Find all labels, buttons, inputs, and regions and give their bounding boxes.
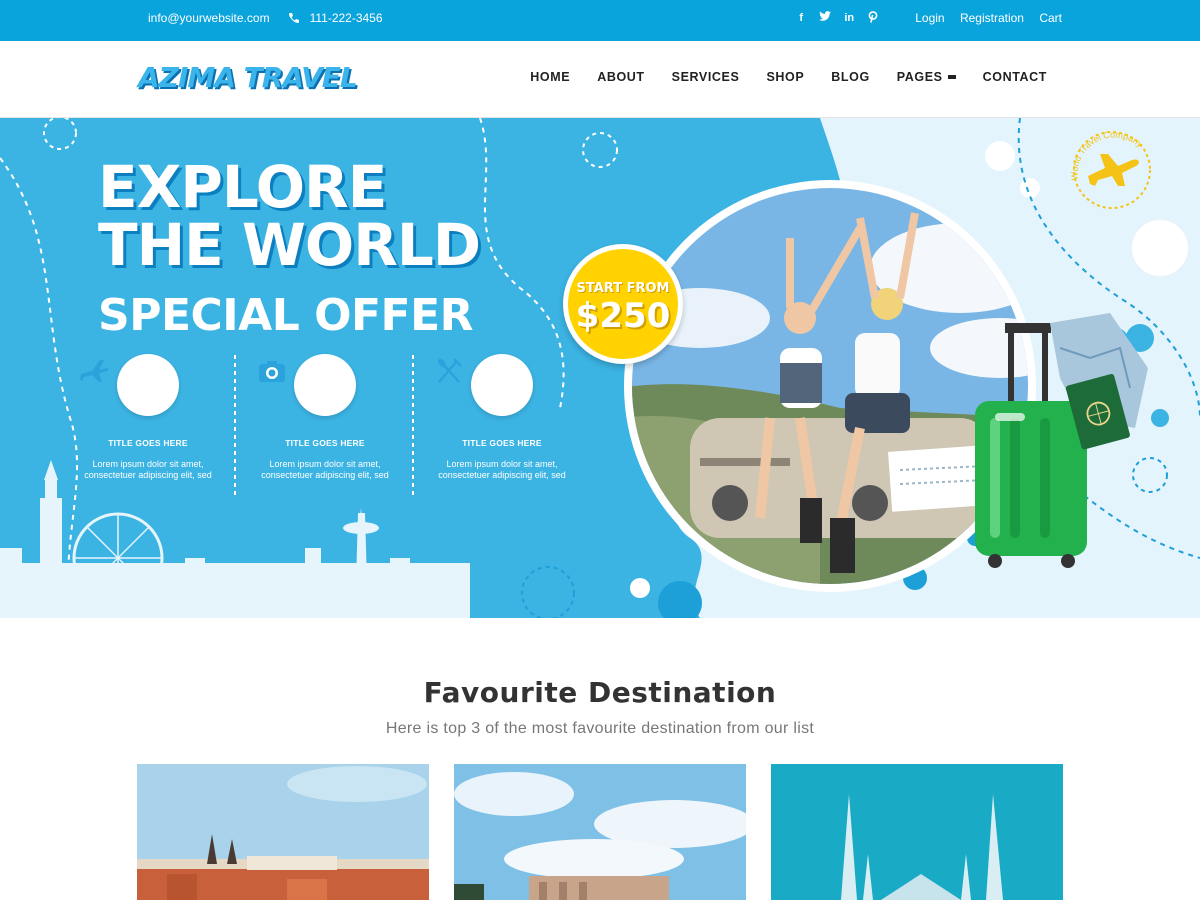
camera-icon bbox=[259, 354, 356, 416]
nav-home[interactable]: HOME bbox=[530, 70, 570, 84]
feature-item: TITLE GOES HERE Lorem ipsum dolor sit am… bbox=[432, 354, 572, 481]
email-link[interactable]: info@yourwebsite.com bbox=[148, 11, 270, 25]
top-bar: info@yourwebsite.com 111-222-3456 f in L… bbox=[0, 0, 1200, 41]
linkedin-icon[interactable]: in bbox=[841, 11, 857, 25]
pinterest-icon[interactable] bbox=[865, 11, 881, 25]
headline-line2: THE WORLD bbox=[98, 211, 481, 279]
facebook-icon[interactable]: f bbox=[793, 11, 809, 25]
nav-blog[interactable]: BLOG bbox=[831, 70, 870, 84]
hero-headline: EXPLORE THE WORLD bbox=[98, 153, 481, 279]
headline-line1: EXPLORE bbox=[98, 153, 387, 221]
destination-card-2[interactable] bbox=[454, 764, 746, 900]
nav-pages[interactable]: PAGES bbox=[897, 70, 956, 84]
airplane-icon bbox=[80, 354, 179, 416]
section-title: Favourite Destination bbox=[423, 676, 777, 709]
destination-card-3[interactable] bbox=[771, 764, 1063, 900]
main-nav: HOME ABOUT SERVICES SHOP BLOG PAGES CONT… bbox=[503, 70, 1047, 84]
fork-knife-icon bbox=[438, 354, 533, 416]
social-links: f in bbox=[785, 11, 881, 25]
hero-banner: EXPLORE THE WORLD SPECIAL OFFER TITLE GO… bbox=[0, 118, 1200, 618]
cart-link[interactable]: Cart bbox=[1039, 11, 1062, 25]
svg-text:World Travel Company: World Travel Company bbox=[1069, 129, 1145, 180]
feature-title: TITLE GOES HERE bbox=[462, 438, 542, 448]
feature-item: TITLE GOES HERE Lorem ipsum dolor sit am… bbox=[78, 354, 218, 481]
dropdown-icon bbox=[947, 75, 956, 79]
feature-title: TITLE GOES HERE bbox=[108, 438, 188, 448]
special-offer-text: SPECIAL OFFER bbox=[98, 290, 474, 341]
section-subtitle: Here is top 3 of the most favourite dest… bbox=[385, 720, 815, 737]
stamp-label: World Travel Company bbox=[1069, 129, 1145, 180]
feature-title: TITLE GOES HERE bbox=[285, 438, 365, 448]
feature-item: TITLE GOES HERE Lorem ipsum dolor sit am… bbox=[255, 354, 395, 481]
price-badge: START FROM $250 bbox=[563, 244, 683, 364]
twitter-icon[interactable] bbox=[817, 11, 833, 25]
phone-number: 111-222-3456 bbox=[309, 11, 383, 25]
nav-pages-label: PAGES bbox=[896, 70, 943, 84]
feature-text: Lorem ipsum dolor sit amet, consectetuer… bbox=[438, 459, 566, 480]
registration-link[interactable]: Registration bbox=[960, 11, 1024, 25]
contact-info: info@yourwebsite.com 111-222-3456 bbox=[148, 11, 383, 25]
phone-contact[interactable]: 111-222-3456 bbox=[288, 11, 383, 25]
nav-services[interactable]: SERVICES bbox=[672, 70, 740, 84]
site-logo[interactable]: AZIMA TRAVEL bbox=[138, 61, 358, 94]
nav-contact[interactable]: CONTACT bbox=[983, 70, 1047, 84]
phone-icon bbox=[288, 13, 299, 24]
nav-about[interactable]: ABOUT bbox=[597, 70, 644, 84]
destination-card-1[interactable] bbox=[137, 764, 429, 900]
site-header: AZIMA TRAVEL HOME ABOUT SERVICES SHOP BL… bbox=[0, 41, 1200, 118]
top-right: f in Login Registration Cart bbox=[785, 11, 1062, 25]
account-links: Login Registration Cart bbox=[903, 11, 1062, 25]
login-link[interactable]: Login bbox=[915, 11, 944, 25]
feature-text: Lorem ipsum dolor sit amet, consectetuer… bbox=[84, 459, 212, 480]
nav-shop[interactable]: SHOP bbox=[766, 70, 804, 84]
badge-label: START FROM bbox=[576, 281, 670, 296]
badge-price: $250 bbox=[575, 296, 671, 336]
feature-text: Lorem ipsum dolor sit amet, consectetuer… bbox=[261, 459, 389, 480]
